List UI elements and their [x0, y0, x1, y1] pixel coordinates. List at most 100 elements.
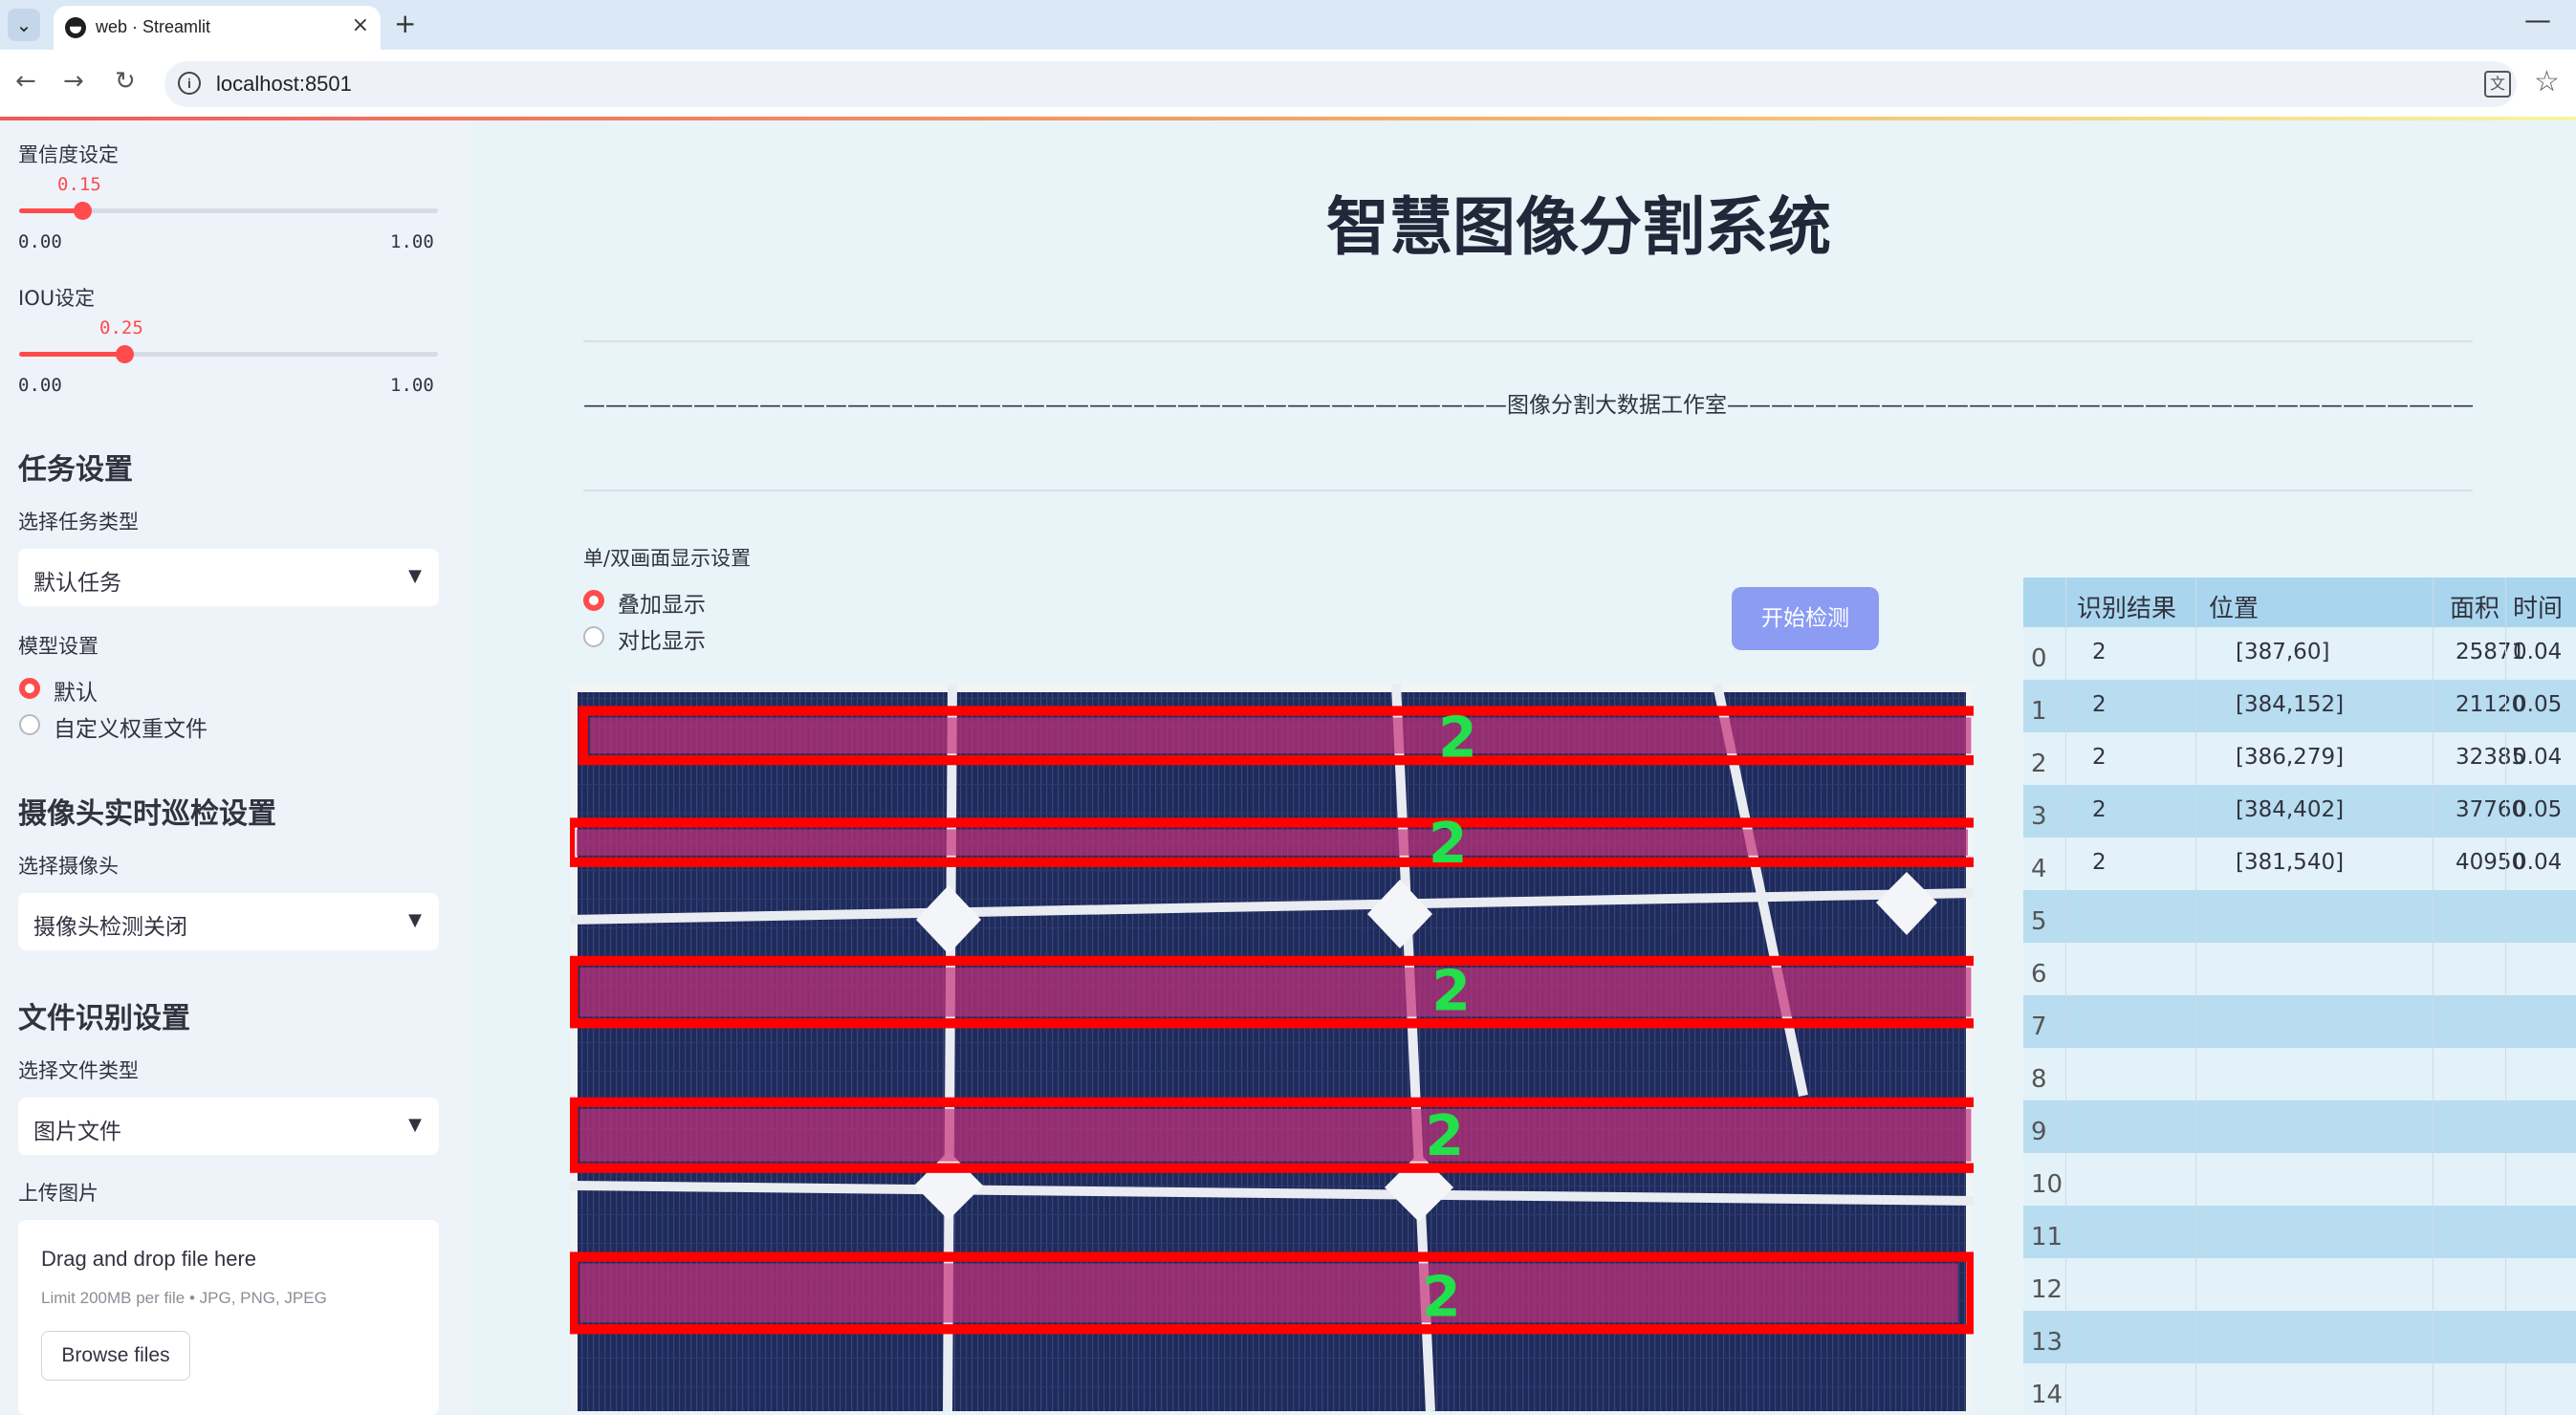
table-row[interactable]: 10	[2023, 1153, 2576, 1206]
tab-title: web · Streamlit	[96, 17, 211, 36]
segmentation-mask	[579, 1108, 1972, 1162]
model-option-custom-label: 自定义权重文件	[54, 717, 207, 742]
table-row[interactable]: 3 2 [384,402] 37760 0.05	[2023, 785, 2576, 838]
detection-label: 2	[1438, 706, 1477, 771]
radio-compare[interactable]	[583, 626, 604, 647]
file-type-label: 选择文件类型	[18, 1059, 139, 1082]
table-row[interactable]: 4 2 [381,540] 40950 0.04	[2023, 838, 2576, 890]
iou-slider-thumb[interactable]	[115, 345, 134, 363]
header-result: 识别结果	[2077, 595, 2177, 623]
table-cell-result: 2	[2092, 745, 2107, 770]
table-cell-result: 2	[2092, 640, 2107, 664]
confidence-slider-fill	[19, 208, 82, 213]
table-cell-idx: 2	[2031, 750, 2047, 778]
table-cell-idx: 4	[2031, 855, 2047, 883]
table-cell-pos: [381,540]	[2236, 850, 2345, 875]
browse-files-button[interactable]: Browse files	[41, 1331, 190, 1381]
table-row[interactable]: 0 2 [387,60] 25871 0.04	[2023, 627, 2576, 680]
camera-label: 选择摄像头	[18, 855, 119, 878]
confidence-slider-thumb[interactable]	[73, 202, 92, 220]
table-cell-time: 0.05	[2513, 797, 2563, 822]
table-row[interactable]: 1 2 [384,152] 21120 0.05	[2023, 680, 2576, 732]
segmentation-mask	[589, 717, 1972, 754]
confidence-slider[interactable]	[19, 202, 438, 220]
table-row[interactable]: 11	[2023, 1206, 2576, 1258]
detection-label: 2	[1425, 1103, 1464, 1168]
table-cell-idx: 3	[2031, 802, 2047, 831]
table-cell-idx: 10	[2031, 1170, 2063, 1199]
table-cell-idx: 7	[2031, 1012, 2047, 1041]
task-type-label: 选择任务类型	[18, 511, 139, 533]
confidence-label: 置信度设定	[18, 143, 119, 166]
new-tab-icon[interactable]: +	[394, 8, 416, 39]
task-section-heading: 任务设置	[18, 453, 133, 487]
site-info-icon[interactable]: i	[178, 72, 201, 95]
table-cell-pos: [384,152]	[2236, 692, 2345, 717]
task-type-value: 默认任务	[33, 571, 121, 596]
detection-label: 2	[1431, 959, 1471, 1024]
table-cell-pos: [386,279]	[2236, 745, 2345, 770]
camera-value: 摄像头检测关闭	[33, 915, 187, 940]
table-row[interactable]: 14	[2023, 1363, 2576, 1415]
divider	[583, 340, 2473, 342]
iou-min: 0.00	[18, 375, 62, 396]
table-cell-idx: 1	[2031, 697, 2047, 726]
iou-max: 1.00	[390, 375, 434, 396]
file-section-heading: 文件识别设置	[18, 1002, 190, 1035]
chevron-down-icon: ▼	[408, 1115, 422, 1135]
table-cell-idx: 11	[2031, 1223, 2063, 1252]
iou-slider[interactable]	[19, 345, 438, 363]
detection-label: 2	[1429, 811, 1468, 876]
translate-icon[interactable]: 文	[2484, 71, 2511, 98]
file-type-select[interactable]: 图片文件 ▼	[18, 1098, 439, 1155]
segmentation-mask	[579, 1263, 1958, 1323]
table-cell-result: 2	[2092, 692, 2107, 717]
table-row[interactable]: 9	[2023, 1100, 2576, 1153]
url-text[interactable]: localhost:8501	[216, 72, 352, 97]
file-dropzone[interactable]: Drag and drop file here Limit 200MB per …	[18, 1220, 439, 1415]
table-cell-result: 2	[2092, 797, 2107, 822]
dropzone-limit: Limit 200MB per file • JPG, PNG, JPEG	[41, 1289, 327, 1307]
table-cell-idx: 0	[2031, 644, 2047, 673]
table-cell-idx: 8	[2031, 1065, 2047, 1094]
table-cell-idx: 14	[2031, 1381, 2063, 1409]
table-row[interactable]: 7	[2023, 995, 2576, 1048]
column-divider	[2505, 577, 2506, 1415]
radio-overlay[interactable]	[583, 590, 604, 611]
table-row[interactable]: 12	[2023, 1258, 2576, 1311]
tab-close-icon[interactable]: ×	[352, 13, 369, 37]
segmentation-mask	[576, 829, 1968, 856]
browser-tab-bar: ⌄ web · Streamlit × + —	[0, 0, 2576, 50]
results-table: 识别结果 位置 面积 时间 0 2 [387,60] 2 5 8 7 1 0.04 1 2 [384,…	[2023, 577, 2576, 1415]
table-row[interactable]: 8	[2023, 1048, 2576, 1100]
main-content: 智慧图像分割系统 ———————————————————————————————…	[470, 120, 2576, 1415]
chevron-down-icon: ▼	[408, 910, 422, 930]
table-cell-idx: 5	[2031, 907, 2047, 936]
forward-arrow-icon[interactable]: →	[63, 67, 84, 96]
back-arrow-icon[interactable]: ←	[15, 67, 36, 96]
page-title: 智慧图像分割系统	[1326, 190, 1831, 264]
start-detection-button[interactable]: 开始检测	[1732, 587, 1879, 650]
minimize-window-icon[interactable]: —	[2524, 4, 2551, 35]
bookmark-star-icon[interactable]: ☆	[2534, 65, 2560, 98]
table-row[interactable]: 2 2 [386,279] 32385 0.04	[2023, 732, 2576, 785]
streamlit-favicon-icon	[65, 17, 86, 38]
studio-banner: ————————————————————————————————————————…	[583, 393, 2473, 418]
table-row[interactable]: 5	[2023, 890, 2576, 943]
table-row[interactable]: 13	[2023, 1311, 2576, 1363]
model-option-default-label: 默认	[54, 681, 98, 706]
task-type-select[interactable]: 默认任务 ▼	[18, 549, 439, 606]
radio-default[interactable]	[19, 678, 40, 699]
tab-search-chevron-icon[interactable]: ⌄	[8, 9, 40, 41]
table-cell-pos: [384,402]	[2236, 797, 2345, 822]
column-divider	[2195, 577, 2196, 1415]
camera-section-heading: 摄像头实时巡检设置	[18, 797, 276, 831]
table-row[interactable]: 6	[2023, 943, 2576, 995]
upload-label: 上传图片	[18, 1182, 98, 1205]
segmentation-mask	[579, 967, 1972, 1017]
reload-icon[interactable]: ↻	[115, 67, 136, 96]
browser-tab[interactable]: web · Streamlit ×	[54, 6, 381, 50]
radio-custom[interactable]	[19, 714, 40, 735]
camera-select[interactable]: 摄像头检测关闭 ▼	[18, 893, 439, 950]
url-field[interactable]: i localhost:8501	[164, 61, 2517, 107]
